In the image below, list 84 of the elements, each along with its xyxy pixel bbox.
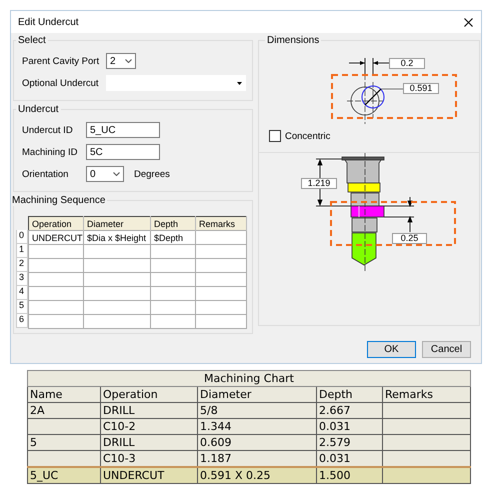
table-cell[interactable] bbox=[28, 300, 84, 314]
ok-button[interactable]: OK bbox=[367, 341, 416, 358]
table-cell[interactable]: UNDERCUT bbox=[28, 230, 84, 244]
table-cell: 5 bbox=[28, 434, 100, 450]
input-field[interactable]: 5_UC bbox=[86, 122, 160, 138]
chart-title: Machining Chart bbox=[28, 370, 470, 386]
column-header: Depth bbox=[150, 216, 196, 230]
close-icon[interactable] bbox=[464, 18, 473, 26]
row-number: 0 bbox=[16, 230, 28, 244]
row-number: 3 bbox=[16, 272, 28, 286]
field-label: Machining ID bbox=[22, 146, 78, 158]
column-header: Operation bbox=[28, 216, 84, 230]
table-cell: 5/8 bbox=[198, 402, 316, 418]
circle-offset-drawing bbox=[346, 74, 404, 124]
table-cell: DRILL bbox=[100, 402, 198, 418]
caret-icon bbox=[125, 59, 132, 63]
table-cell[interactable] bbox=[150, 258, 196, 272]
table-cell: DRILL bbox=[100, 434, 198, 450]
table-cell: 0.031 bbox=[316, 418, 382, 434]
table-cell: 2.667 bbox=[316, 402, 382, 418]
table-cell[interactable] bbox=[150, 300, 196, 314]
group-title: Machining Sequence bbox=[11, 195, 106, 206]
table-cell[interactable] bbox=[84, 300, 150, 314]
table-cell[interactable] bbox=[84, 258, 150, 272]
table-cell: 0.609 bbox=[198, 434, 316, 450]
diameter-value: 0.591 bbox=[403, 83, 439, 94]
table-cell: 5_UC bbox=[28, 467, 100, 484]
row-number: 1 bbox=[16, 244, 28, 258]
table-cell: 2A bbox=[28, 402, 100, 418]
window-title: Edit Undercut bbox=[18, 16, 79, 28]
table-cell[interactable] bbox=[196, 258, 246, 272]
field-label: Optional Undercut bbox=[22, 78, 100, 88]
table-cell[interactable] bbox=[28, 314, 84, 328]
table-cell[interactable] bbox=[150, 314, 196, 328]
table-cell[interactable] bbox=[28, 244, 84, 258]
column-header: Diameter bbox=[84, 216, 150, 230]
table-cell[interactable] bbox=[84, 286, 150, 300]
dimension-arrows-drawing bbox=[348, 58, 390, 74]
table-cell[interactable] bbox=[84, 314, 150, 328]
table-cell[interactable] bbox=[28, 258, 84, 272]
table-cell[interactable] bbox=[196, 286, 246, 300]
unit-label: Degrees bbox=[134, 168, 170, 180]
table-cell[interactable]: $Depth bbox=[150, 230, 196, 244]
group-title: Dimensions bbox=[266, 35, 320, 46]
row-number: 4 bbox=[16, 286, 28, 300]
orientation-dropdown[interactable]: 0 bbox=[86, 166, 124, 182]
offset-value: 0.2 bbox=[389, 58, 425, 69]
table-cell[interactable] bbox=[84, 272, 150, 286]
group-title: Select bbox=[17, 35, 47, 46]
table-cell[interactable] bbox=[196, 314, 246, 328]
table-cell[interactable] bbox=[28, 272, 84, 286]
table-cell: UNDERCUT bbox=[100, 467, 198, 484]
table-cell: C10-2 bbox=[100, 418, 198, 434]
concentric-checkbox[interactable] bbox=[269, 130, 281, 142]
group-title: Undercut bbox=[17, 104, 60, 115]
cancel-button[interactable]: Cancel bbox=[422, 341, 471, 358]
table-cell: 0.591 X 0.25 bbox=[198, 467, 316, 484]
row-number: 6 bbox=[16, 314, 28, 328]
table-cell[interactable] bbox=[84, 244, 150, 258]
input-field[interactable]: 5C bbox=[86, 144, 160, 160]
caret-icon bbox=[237, 82, 242, 84]
table-cell: 2.579 bbox=[316, 434, 382, 450]
table-cell[interactable] bbox=[196, 272, 246, 286]
field-label: Undercut ID bbox=[22, 124, 74, 136]
table-cell[interactable] bbox=[150, 272, 196, 286]
table-cell[interactable]: $Dia x $Height bbox=[84, 230, 150, 244]
table-cell[interactable] bbox=[28, 286, 84, 300]
table-cell: 1.500 bbox=[316, 467, 382, 484]
table-cell[interactable] bbox=[196, 230, 246, 244]
field-label: Parent Cavity Port bbox=[22, 56, 100, 66]
depth-value: 1.219 bbox=[301, 178, 337, 189]
checkbox-label: Concentric bbox=[285, 130, 330, 142]
table-cell[interactable] bbox=[150, 244, 196, 258]
row-number: 2 bbox=[16, 258, 28, 272]
port-dropdown[interactable]: 2 bbox=[106, 53, 136, 69]
height-value: 0.25 bbox=[392, 233, 427, 244]
table-cell[interactable] bbox=[196, 244, 246, 258]
column-header: Remarks bbox=[196, 216, 246, 230]
row-number: 5 bbox=[16, 300, 28, 314]
table-cell: 1.344 bbox=[198, 418, 316, 434]
table-cell[interactable] bbox=[150, 286, 196, 300]
caret-icon bbox=[113, 172, 120, 176]
table-cell[interactable] bbox=[196, 300, 246, 314]
field-label: Orientation bbox=[22, 168, 70, 180]
